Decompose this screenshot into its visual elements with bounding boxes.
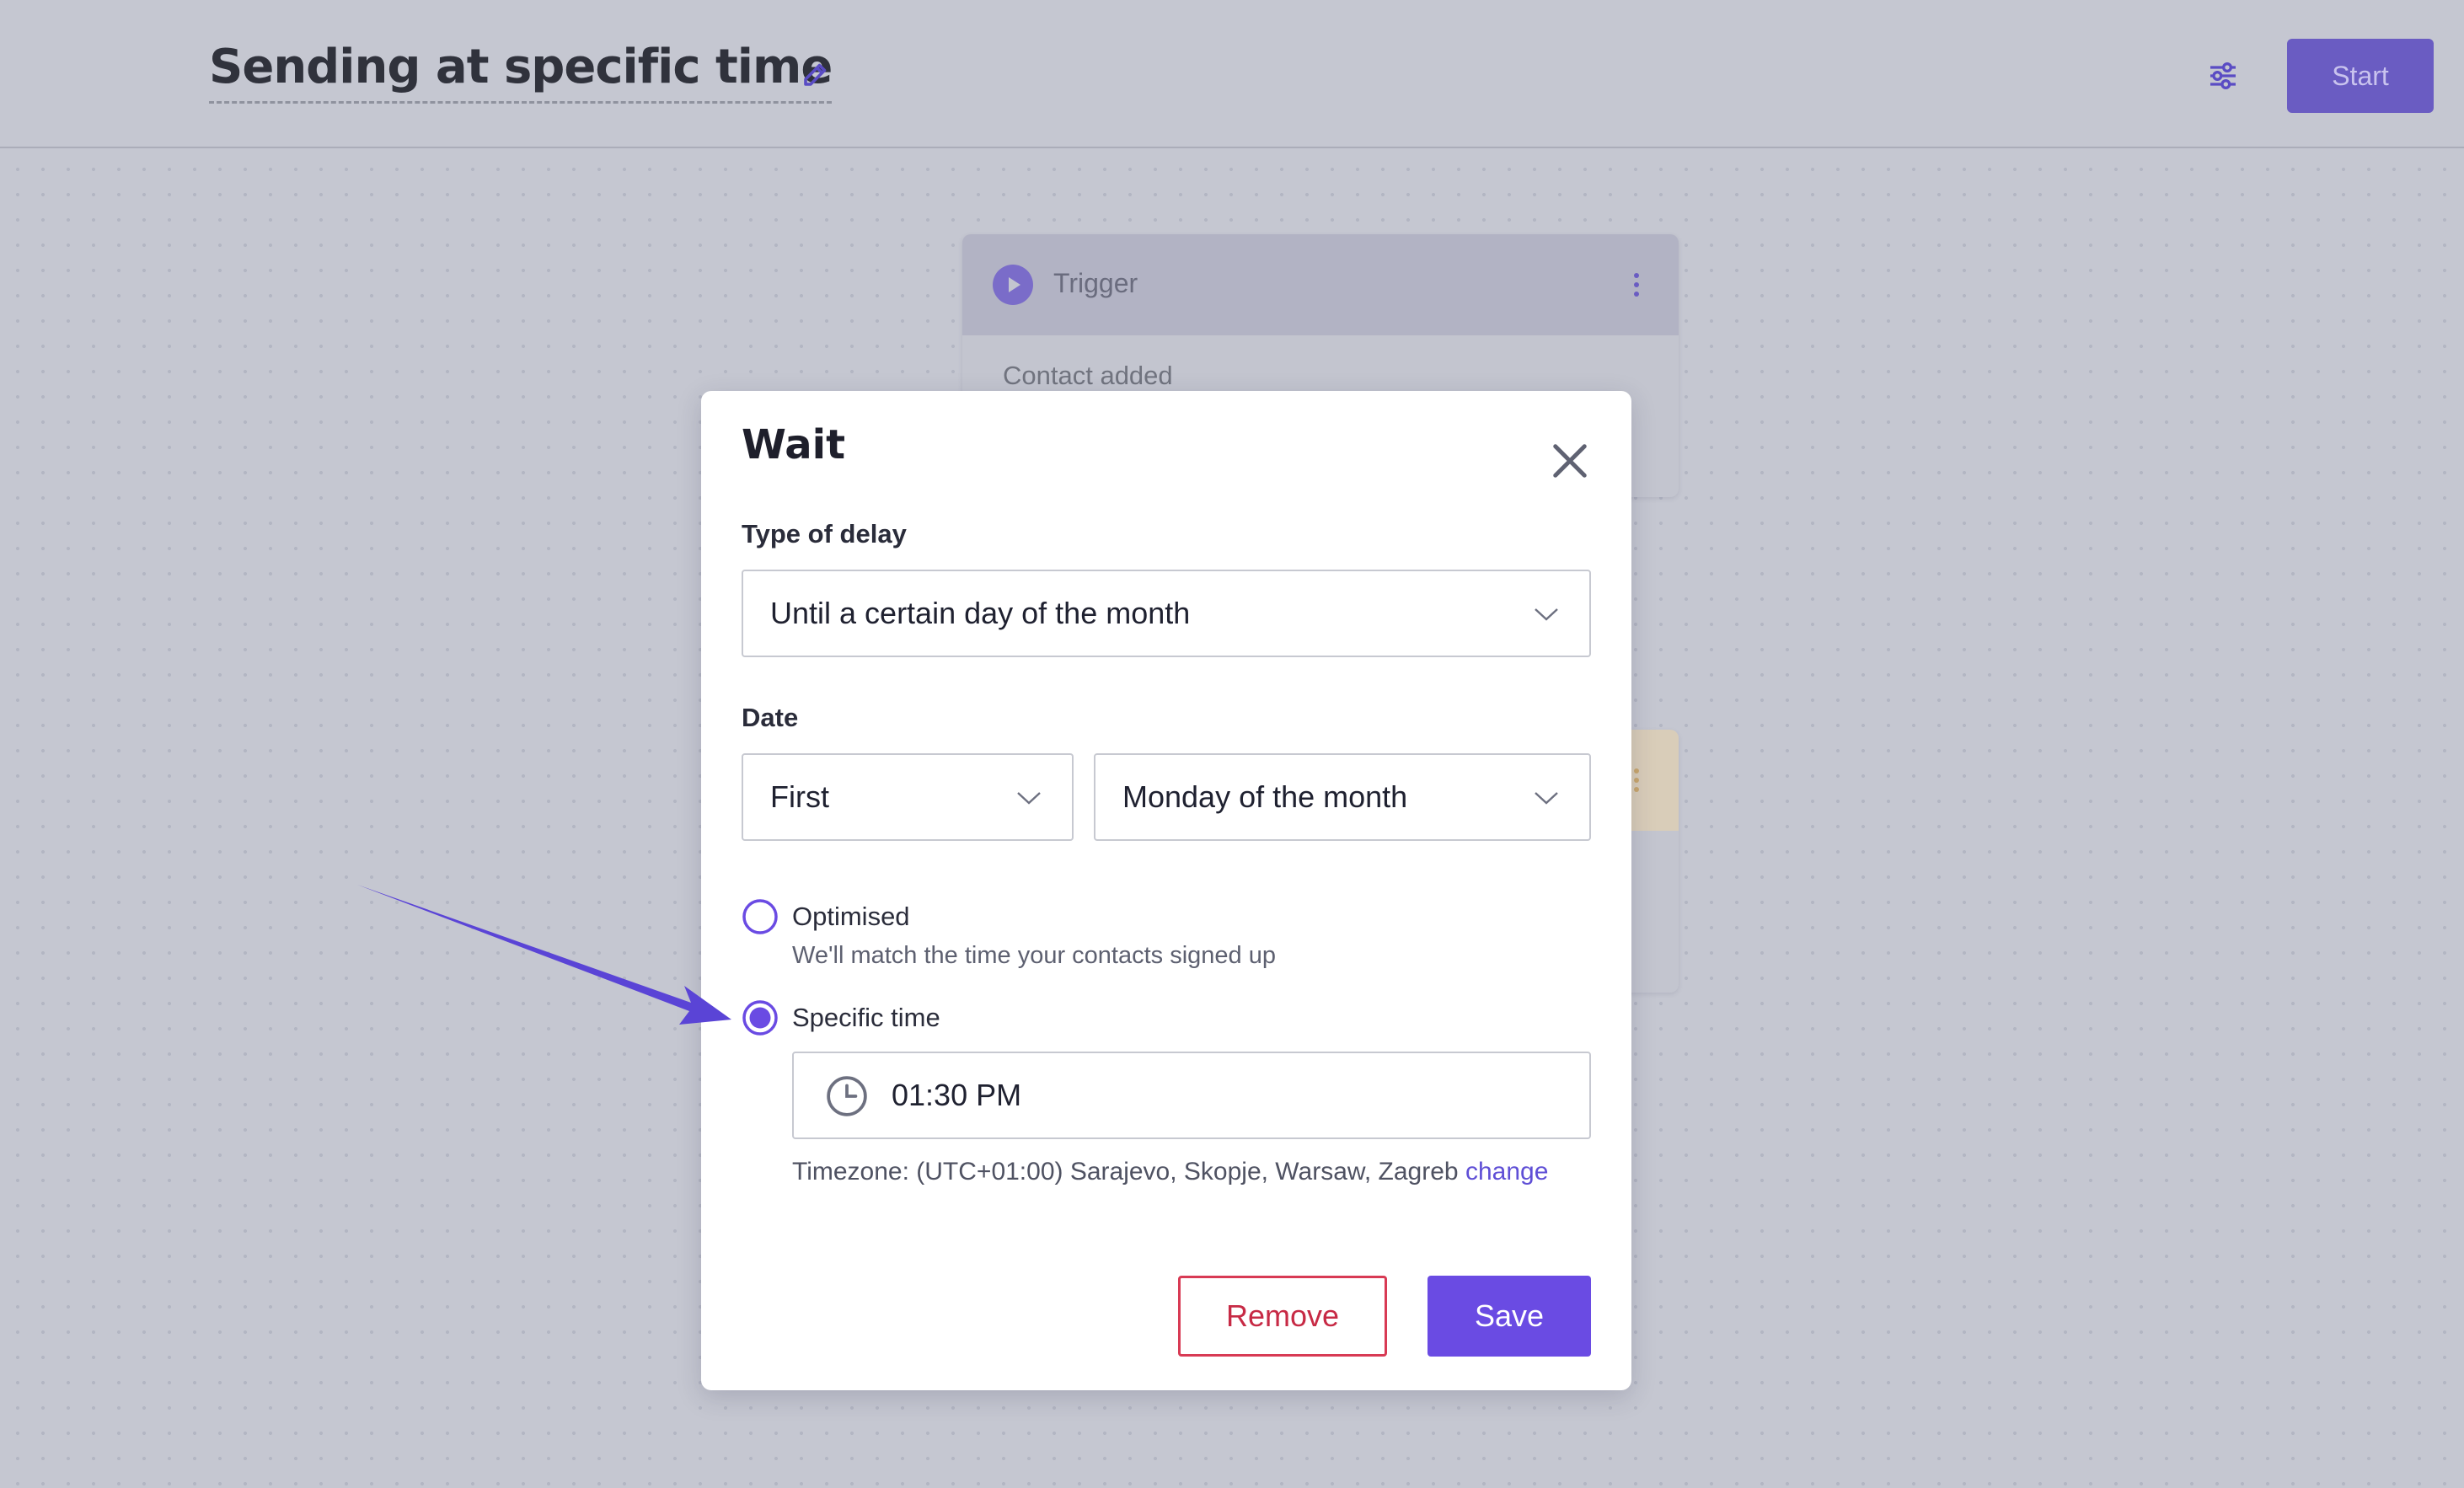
play-icon bbox=[993, 265, 1033, 305]
time-input[interactable]: 01:30 PM bbox=[792, 1052, 1591, 1139]
wait-dialog: Wait Type of delay Until a certain day o… bbox=[701, 391, 1631, 1390]
kebab-menu-icon[interactable] bbox=[1633, 271, 1640, 298]
timezone-text: Timezone: (UTC+01:00) Sarajevo, Skopje, … bbox=[792, 1158, 1459, 1186]
trigger-title: Trigger bbox=[1053, 268, 1138, 298]
date-ordinal-select[interactable]: First bbox=[742, 753, 1074, 841]
type-of-delay-label: Type of delay bbox=[742, 519, 907, 549]
specific-time-label: Specific time bbox=[792, 1003, 940, 1032]
optimised-hint: We'll match the time your contacts signe… bbox=[792, 942, 1276, 969]
chevron-down-icon bbox=[1535, 792, 1558, 805]
clock-icon bbox=[827, 1076, 867, 1116]
optimised-label: Optimised bbox=[792, 902, 910, 931]
remove-button[interactable]: Remove bbox=[1178, 1276, 1387, 1357]
sliders-icon[interactable] bbox=[2206, 59, 2240, 93]
timezone-change-link[interactable]: change bbox=[1465, 1158, 1548, 1186]
date-day-select[interactable]: Monday of the month bbox=[1094, 753, 1591, 841]
kebab-menu-icon[interactable] bbox=[1633, 767, 1640, 794]
trigger-card-header: Trigger bbox=[962, 234, 1679, 335]
type-of-delay-select[interactable]: Until a certain day of the month bbox=[742, 570, 1591, 657]
date-day-value: Monday of the month bbox=[1122, 779, 1408, 814]
trigger-subtitle: Contact added bbox=[1003, 361, 1173, 390]
dialog-title: Wait bbox=[742, 421, 846, 468]
chevron-down-icon bbox=[1017, 792, 1041, 805]
start-button[interactable]: Start bbox=[2287, 39, 2434, 113]
date-label: Date bbox=[742, 703, 799, 732]
edit-icon[interactable] bbox=[801, 59, 831, 89]
close-icon[interactable] bbox=[1551, 442, 1589, 480]
top-bar: Sending at specific time Start bbox=[0, 0, 2464, 148]
type-of-delay-value: Until a certain day of the month bbox=[770, 596, 1191, 630]
page-title[interactable]: Sending at specific time bbox=[209, 37, 833, 104]
save-button[interactable]: Save bbox=[1428, 1276, 1591, 1357]
chevron-down-icon bbox=[1535, 608, 1558, 621]
date-ordinal-value: First bbox=[770, 779, 829, 814]
pointer-arrow-icon bbox=[357, 885, 731, 1025]
timezone-info: Timezone: (UTC+01:00) Sarajevo, Skopje, … bbox=[792, 1158, 1548, 1186]
time-value: 01:30 PM bbox=[892, 1078, 1022, 1112]
